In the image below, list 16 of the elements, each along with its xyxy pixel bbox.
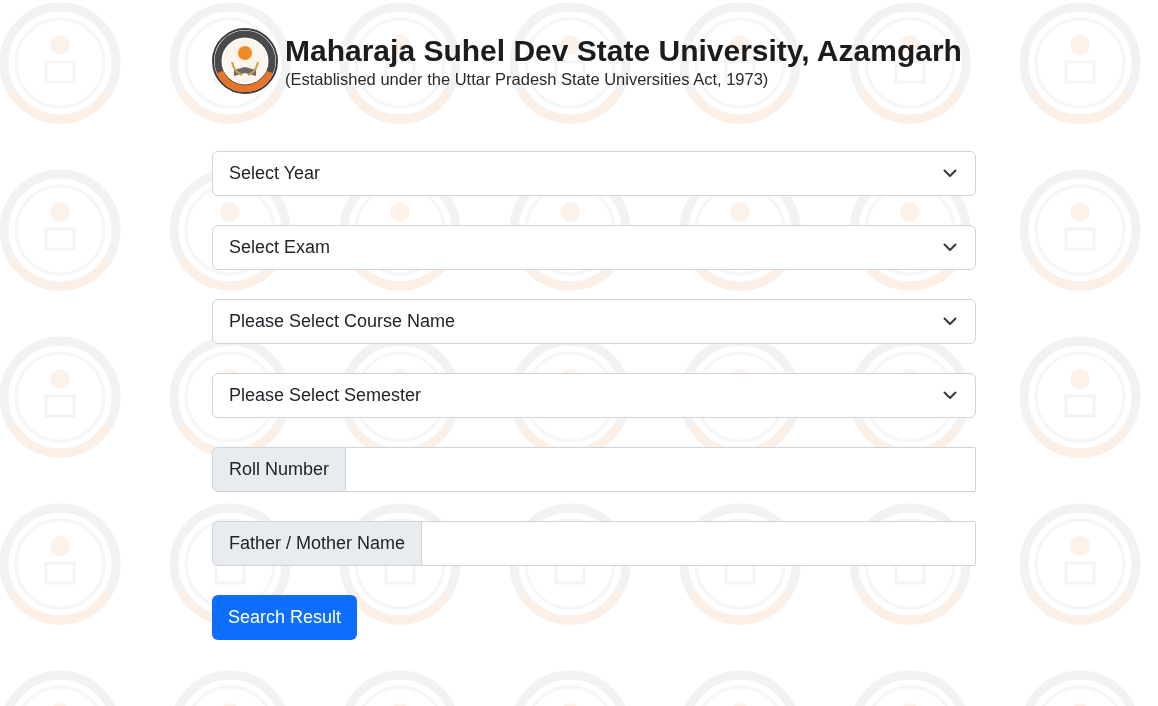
chevron-down-icon — [943, 169, 957, 178]
chevron-down-icon — [943, 243, 957, 252]
search-result-button[interactable]: Search Result — [212, 595, 358, 640]
text-input[interactable] — [346, 447, 976, 492]
select-dropdown[interactable]: Please Select Course Name — [212, 299, 976, 344]
input-label: Roll Number — [212, 447, 347, 492]
university-title: Maharaja Suhel Dev State University, Azamgarh — [285, 33, 962, 69]
text-input[interactable] — [422, 521, 976, 566]
university-seal-logo — [212, 28, 278, 94]
university-subtitle: (Established under the Uttar Pradesh State Universities Act, 1973) — [285, 69, 770, 89]
input-label: Father / Mother Name — [212, 521, 423, 566]
chevron-down-icon — [943, 391, 957, 400]
select-dropdown[interactable]: Select Exam — [212, 225, 976, 270]
select-dropdown[interactable]: Please Select Semester — [212, 373, 976, 418]
select-dropdown[interactable]: Select Year — [212, 151, 976, 196]
chevron-down-icon — [943, 317, 957, 326]
